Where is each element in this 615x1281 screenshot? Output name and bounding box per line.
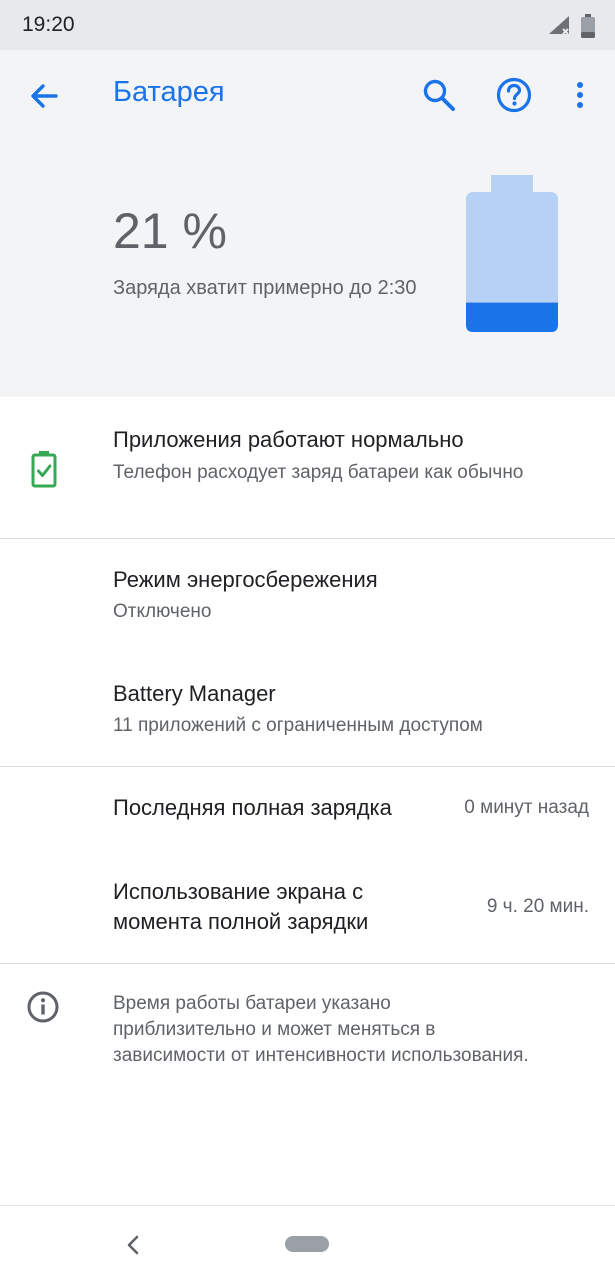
- arrow-back-icon[interactable]: [26, 78, 62, 114]
- battery-manager-subtitle: 11 приложений с ограниченным доступом: [113, 715, 483, 736]
- battery-check-icon: [31, 451, 57, 488]
- status-bar: 19:20: [0, 0, 615, 50]
- battery-manager-title: Battery Manager: [113, 681, 276, 706]
- search-icon[interactable]: [420, 76, 458, 114]
- power-saver-status: Отключено: [113, 601, 212, 622]
- apps-status-subtitle: Телефон расходует заряд батареи как обыч…: [113, 462, 524, 483]
- battery-manager-row[interactable]: [0, 652, 615, 766]
- home-pill-icon[interactable]: [285, 1236, 329, 1252]
- page-title: Батарея: [113, 76, 225, 108]
- battery-percentage: 21 %: [113, 203, 227, 259]
- more-vert-icon[interactable]: [566, 76, 594, 114]
- divider: [0, 963, 615, 964]
- battery-info-text: Время работы батареи указано приблизител…: [113, 993, 529, 1066]
- power-saver-title: Режим энергосбережения: [113, 567, 378, 592]
- apps-status-title: Приложения работают нормально: [113, 427, 464, 452]
- navigation-bar: [0, 1205, 615, 1281]
- screen-usage-title-line1: Использование экрана с: [113, 879, 364, 904]
- last-charge-title: Последняя полная зарядка: [113, 795, 392, 820]
- help-icon[interactable]: [495, 76, 533, 114]
- status-time: 19:20: [22, 13, 75, 36]
- screen-usage-title-line2: момента полной зарядки: [113, 909, 369, 934]
- info-icon: [27, 991, 59, 1023]
- nav-back-icon[interactable]: [123, 1233, 143, 1257]
- last-charge-value: 0 минут назад: [464, 797, 589, 818]
- signal-icon: [549, 16, 569, 35]
- status-icons: [547, 14, 595, 38]
- battery-icon: [581, 14, 595, 38]
- power-saver-row[interactable]: [0, 539, 615, 651]
- large-battery-icon: [466, 175, 558, 332]
- battery-estimate: Заряда хватит примерно до 2:30: [113, 277, 417, 299]
- screen-usage-value: 9 ч. 20 мин.: [486, 896, 589, 917]
